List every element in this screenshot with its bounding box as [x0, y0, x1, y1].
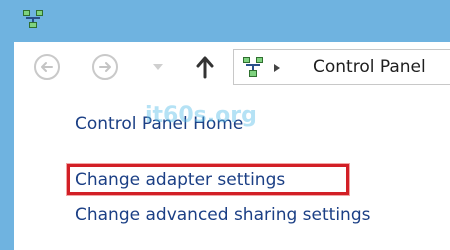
- back-arrow-icon: [41, 62, 53, 72]
- change-advanced-sharing-link[interactable]: Change advanced sharing settings: [75, 204, 375, 226]
- forward-button[interactable]: [92, 54, 118, 80]
- up-arrow-icon[interactable]: [195, 55, 215, 79]
- forward-arrow-icon: [99, 62, 111, 72]
- network-icon: [243, 57, 263, 77]
- address-bar[interactable]: Control Panel: [233, 49, 450, 85]
- navigation-toolbar: Control Panel: [14, 42, 450, 92]
- window: Control Panel Control Panel Home Change …: [0, 0, 450, 250]
- chevron-down-icon[interactable]: [152, 62, 164, 72]
- window-frame: [0, 42, 14, 250]
- network-icon: [23, 10, 43, 28]
- title-bar: [0, 0, 450, 42]
- back-button[interactable]: [34, 54, 60, 80]
- breadcrumb-arrow-icon[interactable]: [274, 64, 280, 72]
- address-path[interactable]: Control Panel: [313, 57, 426, 77]
- change-adapter-settings-link[interactable]: Change adapter settings: [75, 170, 285, 190]
- watermark: it60s.org: [145, 103, 257, 128]
